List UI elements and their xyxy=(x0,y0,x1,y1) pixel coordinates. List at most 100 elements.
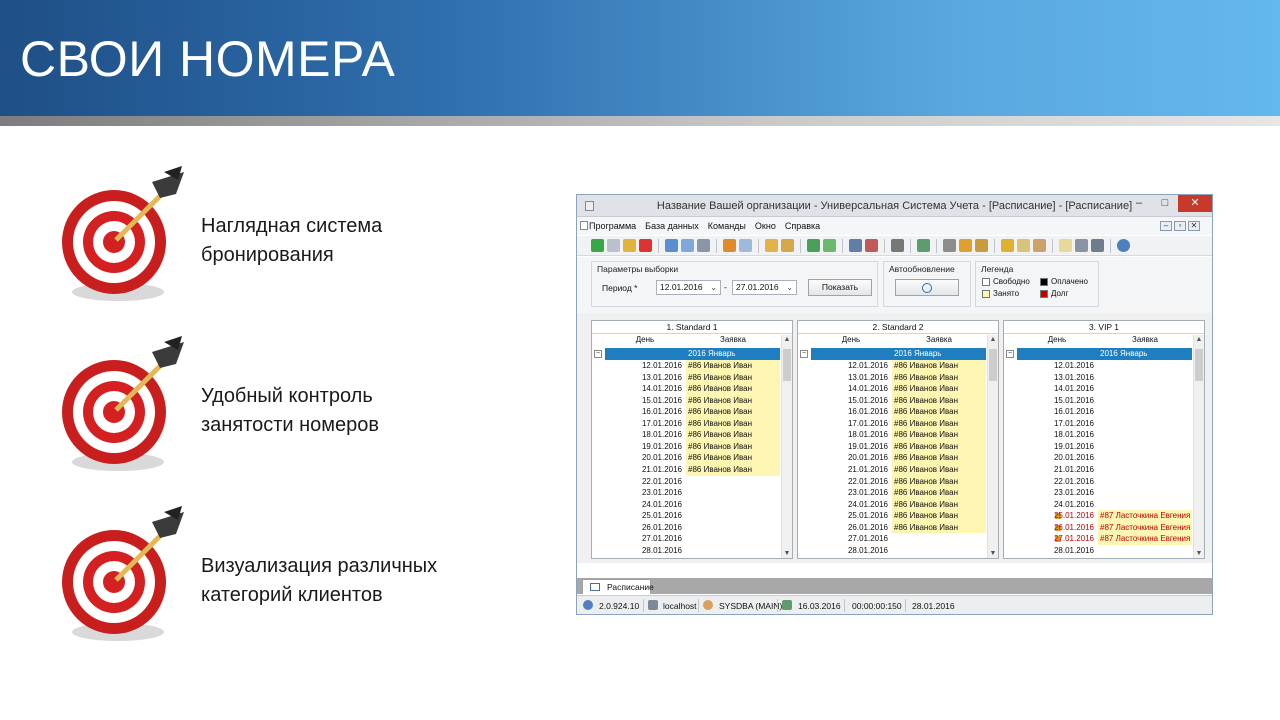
column-header-booking[interactable]: Заявка xyxy=(686,335,780,346)
window-close-icon[interactable] xyxy=(865,239,878,252)
menu-window[interactable]: Окно xyxy=(755,221,776,231)
scrollbar-thumb[interactable] xyxy=(1195,349,1203,381)
schedule-row[interactable]: 14.01.2016 #86 Иванов Иван xyxy=(605,383,780,395)
scroll-down-icon[interactable]: ▼ xyxy=(1194,549,1204,558)
scrollbar-thumb[interactable] xyxy=(989,349,997,381)
year-month-row[interactable]: 2016 Январь xyxy=(605,348,780,360)
tab-schedule[interactable]: Расписание xyxy=(582,579,654,594)
import-icon[interactable] xyxy=(823,239,836,252)
date-from-select[interactable]: 12.01.2016 ⌄ xyxy=(656,280,721,295)
schedule-row[interactable]: 18.01.2016 xyxy=(1017,429,1192,441)
schedule-row[interactable]: 25.01.2016 xyxy=(605,510,780,522)
schedule-row[interactable]: 14.01.2016 #86 Иванов Иван xyxy=(811,383,986,395)
schedule-row[interactable]: 16.01.2016 xyxy=(1017,406,1192,418)
schedule-row[interactable]: 22.01.2016 #86 Иванов Иван xyxy=(811,475,986,488)
scroll-up-icon[interactable]: ▲ xyxy=(1194,335,1204,345)
schedule-row[interactable]: 22.01.2016 xyxy=(1017,476,1192,488)
scroll-up-icon[interactable]: ▲ xyxy=(782,335,792,345)
schedule-row[interactable]: 23.01.2016 xyxy=(605,487,780,499)
comment-icon[interactable] xyxy=(739,239,752,252)
schedule-row[interactable]: 28.01.2016 xyxy=(1017,545,1192,557)
schedule-row[interactable]: 17.01.2016 #86 Иванов Иван xyxy=(605,417,780,430)
schedule-row[interactable]: 21.01.2016 #86 Иванов Иван xyxy=(811,463,986,476)
users-icon[interactable] xyxy=(1017,239,1030,252)
schedule-row[interactable]: 20.01.2016 #86 Иванов Иван xyxy=(811,452,986,464)
schedule-row[interactable]: 15.01.2016 xyxy=(1017,395,1192,407)
mdi-minimize-button[interactable]: – xyxy=(1160,221,1172,231)
vertical-scrollbar[interactable]: ▲ ▼ xyxy=(781,335,792,558)
column-header-booking[interactable]: Заявка xyxy=(892,335,986,346)
mdi-close-button[interactable]: ✕ xyxy=(1188,221,1200,231)
schedule-row[interactable]: 15.01.2016 #86 Иванов Иван xyxy=(605,394,780,407)
schedule-row[interactable]: 28.01.2016 xyxy=(811,545,986,557)
search-icon[interactable] xyxy=(665,239,678,252)
chart-icon[interactable] xyxy=(723,239,736,252)
schedule-row[interactable]: 16.01.2016 #86 Иванов Иван xyxy=(605,406,780,418)
schedule-row[interactable]: 13.01.2016 xyxy=(1017,372,1192,384)
package-icon[interactable] xyxy=(1033,239,1046,252)
schedule-row[interactable]: 22.01.2016 xyxy=(605,476,780,488)
schedule-row[interactable]: 18.01.2016 #86 Иванов Иван xyxy=(605,429,780,441)
delete-icon[interactable] xyxy=(639,239,652,252)
autorefresh-button[interactable] xyxy=(895,279,959,296)
year-month-row[interactable]: 2016 Январь xyxy=(811,348,986,360)
menu-program[interactable]: Программа xyxy=(589,221,636,231)
window-new-icon[interactable] xyxy=(849,239,862,252)
schedule-row[interactable]: 26.01.2016 #86 Иванов Иван xyxy=(811,521,986,534)
print-setup-icon[interactable] xyxy=(891,239,904,252)
filter-icon[interactable] xyxy=(697,239,710,252)
schedule-row[interactable]: 27.01.2016 xyxy=(811,533,986,545)
menu-help[interactable]: Справка xyxy=(785,221,820,231)
schedule-row[interactable]: 21.01.2016 #86 Иванов Иван xyxy=(605,463,780,476)
sort-icon[interactable] xyxy=(781,239,794,252)
schedule-row[interactable]: 13.01.2016 #86 Иванов Иван xyxy=(811,371,986,384)
maximize-button[interactable]: □ xyxy=(1152,195,1178,212)
tools-icon[interactable] xyxy=(943,239,956,252)
schedule-row[interactable]: 19.01.2016 xyxy=(1017,441,1192,453)
schedule-row[interactable]: 12.01.2016 #86 Иванов Иван xyxy=(605,360,780,372)
scroll-down-icon[interactable]: ▼ xyxy=(988,549,998,558)
menu-database[interactable]: База данных xyxy=(645,221,699,231)
add-icon[interactable] xyxy=(591,239,604,252)
schedule-row[interactable]: 19.01.2016 #86 Иванов Иван xyxy=(811,440,986,453)
schedule-row[interactable]: 17.01.2016 xyxy=(1017,418,1192,430)
play-icon[interactable] xyxy=(1091,239,1104,252)
lock-icon[interactable] xyxy=(1001,239,1014,252)
scroll-up-icon[interactable]: ▲ xyxy=(988,335,998,345)
schedule-row[interactable]: 28.01.2016 xyxy=(605,545,780,557)
notes-icon[interactable] xyxy=(975,239,988,252)
date-to-select[interactable]: 27.01.2016 ⌄ xyxy=(732,280,797,295)
help-icon[interactable] xyxy=(1117,239,1130,252)
column-header-day[interactable]: День xyxy=(811,335,891,346)
column-header-day[interactable]: День xyxy=(605,335,685,346)
show-button[interactable]: Показать xyxy=(808,279,872,296)
schedule-row[interactable]: 12.01.2016 #86 Иванов Иван xyxy=(811,360,986,372)
collapse-icon[interactable]: − xyxy=(800,350,808,358)
print-icon[interactable] xyxy=(1075,239,1088,252)
schedule-row[interactable]: 12.01.2016 xyxy=(1017,360,1192,372)
vertical-scrollbar[interactable]: ▲ ▼ xyxy=(987,335,998,558)
calendar-icon[interactable] xyxy=(917,239,930,252)
export-icon[interactable] xyxy=(807,239,820,252)
schedule-row[interactable]: 23.01.2016 #86 Иванов Иван xyxy=(811,487,986,499)
table-icon[interactable] xyxy=(1059,239,1072,252)
schedule-row[interactable]: 27.01.2016 #87 Ласточкина Евгения xyxy=(1017,533,1192,545)
schedule-row[interactable]: 17.01.2016 #86 Иванов Иван xyxy=(811,417,986,430)
flag-icon[interactable] xyxy=(765,239,778,252)
settings-icon[interactable] xyxy=(959,239,972,252)
collapse-icon[interactable]: − xyxy=(594,350,602,358)
schedule-row[interactable]: 24.01.2016 #86 Иванов Иван xyxy=(811,498,986,511)
schedule-row[interactable]: 18.01.2016 #86 Иванов Иван xyxy=(811,429,986,441)
schedule-row[interactable]: 16.01.2016 #86 Иванов Иван xyxy=(811,406,986,418)
schedule-row[interactable]: 24.01.2016 xyxy=(1017,499,1192,511)
schedule-row[interactable]: 24.01.2016 xyxy=(605,499,780,511)
copy-icon[interactable] xyxy=(607,239,620,252)
schedule-row[interactable]: 19.01.2016 #86 Иванов Иван xyxy=(605,440,780,453)
schedule-row[interactable]: 25.01.2016 #86 Иванов Иван xyxy=(811,510,986,522)
schedule-row[interactable]: 27.01.2016 xyxy=(605,533,780,545)
column-header-booking[interactable]: Заявка xyxy=(1098,335,1192,346)
collapse-icon[interactable]: − xyxy=(1006,350,1014,358)
close-button[interactable]: ✕ xyxy=(1178,195,1212,212)
edit-icon[interactable] xyxy=(623,239,636,252)
schedule-row[interactable]: 26.01.2016 #87 Ласточкина Евгения xyxy=(1017,521,1192,534)
